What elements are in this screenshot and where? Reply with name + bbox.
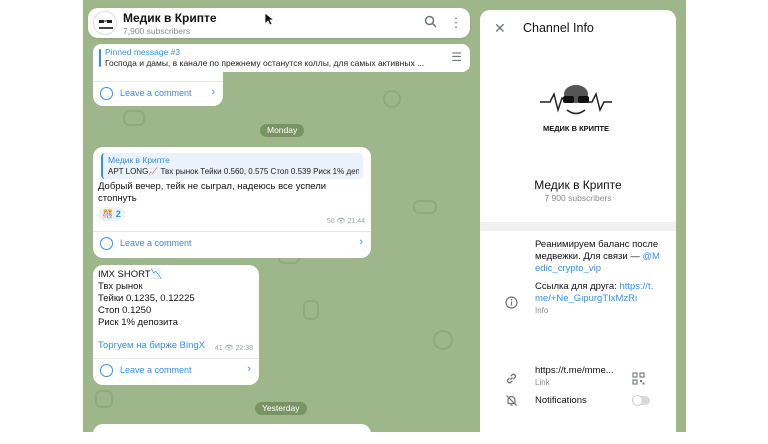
reaction-badge[interactable]: 🎊 2 — [98, 207, 125, 221]
right-margin — [686, 0, 768, 432]
reaction-count: 2 — [115, 209, 121, 219]
channel-title[interactable]: Медик в Крипте — [123, 11, 217, 25]
qr-code-icon[interactable] — [632, 372, 645, 390]
date-separator-monday: Monday — [260, 124, 305, 137]
leave-comment-row[interactable]: Leave a comment › — [93, 81, 223, 105]
left-margin — [0, 0, 83, 432]
view-count: 41 — [214, 345, 223, 352]
notifications-toggle[interactable] — [632, 395, 650, 406]
channel-description[interactable]: Реанимируем баланс после медвежки. Для с… — [535, 239, 660, 317]
message-line: Твх рынок — [98, 281, 143, 292]
eye-icon: 👁 — [336, 218, 346, 225]
more-options-icon[interactable]: ⋮ — [448, 15, 464, 31]
subscriber-count: 7,900 subscribers — [123, 26, 191, 36]
message-line: Стоп 0.1250 — [98, 305, 152, 316]
chevron-right-icon: › — [359, 236, 363, 248]
channel-name: Медик в Крипте — [534, 178, 622, 192]
search-icon[interactable] — [422, 15, 438, 31]
message-time: 22:38 — [235, 345, 253, 352]
date-separator-yesterday: Yesterday — [255, 402, 307, 415]
comment-icon — [100, 364, 113, 377]
message-imx-short[interactable]: IMX SHORT📉 Твх рынок Тейки 0.1235, 0.122… — [93, 265, 259, 385]
close-icon[interactable]: ✕ — [494, 20, 506, 37]
info-section: Реанимируем баланс после медвежки. Для с… — [480, 231, 676, 432]
pinned-text: Господа и дамы, в канале по прежнему ост… — [105, 58, 425, 68]
channel-info-panel: ✕ Channel Info МЕДИК В КРИПТЕ Медик в Кр… — [480, 10, 676, 432]
leave-comment-row[interactable]: Leave a comment › — [93, 358, 259, 382]
message-line: IMX SHORT📉 — [98, 269, 163, 280]
bell-muted-icon — [504, 394, 518, 408]
next-message[interactable] — [93, 424, 371, 444]
leave-comment-label: Leave a comment — [120, 365, 192, 375]
pinned-message-bar[interactable]: Pinned message #3 Господа и дамы, в кана… — [93, 44, 470, 72]
notifications-label: Notifications — [535, 395, 587, 406]
pinned-title: Pinned message #3 — [105, 47, 181, 57]
message-time: 21:44 — [347, 218, 365, 225]
pinned-list-icon[interactable]: ☰ — [451, 50, 462, 64]
comment-icon — [100, 237, 113, 250]
mouse-cursor-icon — [264, 12, 275, 26]
eye-icon: 👁 — [224, 345, 234, 352]
quote-text: APT LONG📈 Твх рынок Тейки 0.560, 0.575 С… — [108, 167, 359, 176]
message-meta: 50 👁 21:44 — [327, 217, 365, 225]
quote-author: Медик в Крипте — [108, 155, 170, 165]
pinned-indicator — [99, 49, 101, 67]
message-line: Риск 1% депозита — [98, 317, 178, 328]
friend-link-label: Ссылка для друга: — [535, 281, 620, 292]
toggle-knob — [632, 395, 643, 406]
channel-subscribers: 7 900 subscribers — [544, 193, 612, 203]
leave-comment-label: Leave a comment — [120, 238, 192, 248]
message-line: Тейки 0.1235, 0.12225 — [98, 293, 195, 304]
info-caption: Info — [535, 306, 549, 315]
link-icon — [504, 372, 518, 386]
view-count: 50 — [326, 218, 335, 225]
bingx-link[interactable]: Торгуем на бирже BingX — [98, 340, 205, 352]
channel-link-row[interactable]: https://t.me/mme... Link — [535, 365, 635, 387]
channel-avatar-large[interactable]: МЕДИК В КРИПТЕ — [536, 68, 616, 148]
channel-link[interactable]: https://t.me/mme... — [535, 365, 635, 376]
info-icon — [504, 296, 518, 310]
chevron-right-icon: › — [211, 86, 215, 98]
message-apt-reply[interactable]: Медик в Крипте APT LONG📈 Твх рынок Тейки… — [93, 147, 371, 258]
leave-comment-label: Leave a comment — [120, 88, 192, 98]
message-meta: 41 👁 22:38 — [215, 344, 253, 352]
link-caption: Link — [535, 378, 550, 387]
reaction-emoji-icon: 🎊 — [102, 209, 114, 219]
panel-title: Channel Info — [523, 21, 594, 35]
chevron-right-icon: › — [247, 363, 251, 375]
channel-avatar[interactable] — [93, 11, 117, 35]
panel-profile-section: ✕ Channel Info МЕДИК В КРИПТЕ Медик в Кр… — [480, 10, 676, 222]
avatar-logo-text: МЕДИК В КРИПТЕ — [542, 124, 610, 133]
chat-header[interactable]: Медик в Крипте 7,900 subscribers ⋮ — [88, 8, 470, 38]
comment-icon — [100, 87, 113, 100]
description-text: Реанимируем баланс после медвежки. Для с… — [535, 239, 659, 262]
message-text: Добрый вечер, тейк не сыграл, надеюсь вс… — [98, 181, 327, 204]
leave-comment-row[interactable]: Leave a comment › — [93, 231, 371, 255]
reply-quote[interactable]: Медик в Крипте APT LONG📈 Твх рынок Тейки… — [101, 153, 363, 179]
